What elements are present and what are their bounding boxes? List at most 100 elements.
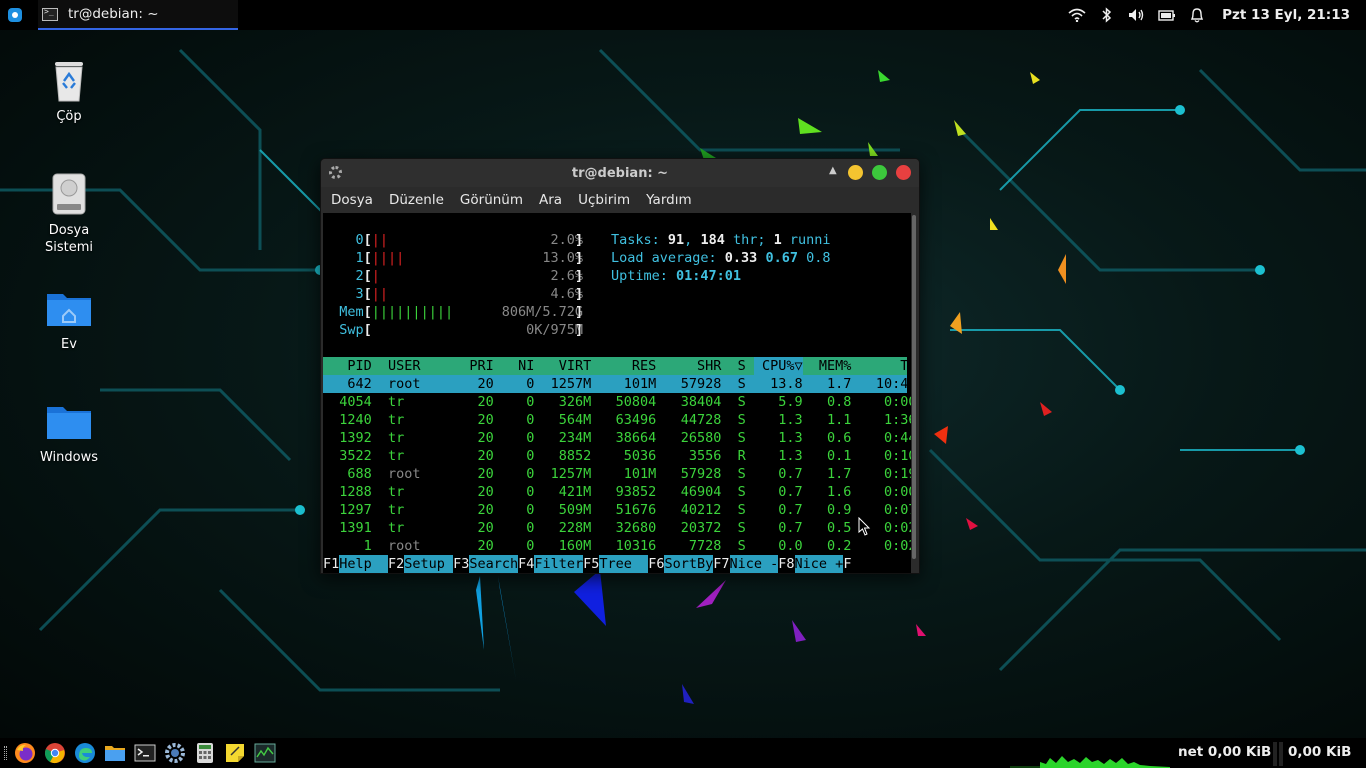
desktop-icon-home[interactable]: Ev (29, 284, 109, 353)
cell-pid: 1297 (339, 502, 372, 518)
cell-res: 63496 (615, 412, 657, 428)
cell-virt: 160M (558, 538, 592, 554)
desktop-icon-label: Çöp (56, 109, 82, 124)
menu-yardim[interactable]: Yardım (638, 192, 699, 208)
process-row[interactable]: 1392 tr 20 0 234M 38664 26580 S 1.3 0.6 0:44.52 (323, 429, 911, 447)
process-row[interactable]: 1288 tr 20 0 421M 93852 46904 S 0.7 1.6 0:00.09 (323, 483, 911, 501)
function-key-bar: F1 Help F2 Setup F3 Search F4 Filter F5 Tree F6… (323, 555, 911, 573)
fkey-label[interactable]: Tree (599, 555, 649, 573)
cell-res: 51676 (615, 502, 657, 518)
terminal-area[interactable]: 0[|| 1[|||| 2[| 3[|| Mem[|||||||||| Swp[… (323, 213, 911, 573)
process-row[interactable]: 1297tr200509M5167640212S0.70.90:07.12 (323, 501, 911, 519)
terminal-icon[interactable] (130, 738, 160, 768)
cell-cpu: 1.3 (778, 412, 803, 428)
fkey-7[interactable]: F7 (713, 555, 729, 573)
desktop-icon-trash[interactable]: Çöp (29, 56, 109, 125)
bell-icon[interactable] (1182, 0, 1212, 30)
window-titlebar[interactable]: tr@debian: ~ ▲ (321, 159, 919, 187)
cell-time: 0:44.52 (883, 430, 911, 446)
terminal-menubar: Dosya Düzenle Görünüm Ara Uçbirim Yardım (321, 187, 919, 212)
minimize-button[interactable] (848, 165, 863, 180)
calculator-icon[interactable] (190, 738, 220, 768)
fkey-1[interactable]: F1 (323, 555, 339, 573)
fkey-label[interactable]: SortBy (664, 555, 714, 573)
cpu-meter-0: 0[|| (355, 232, 389, 248)
cpu-meter-3: 3[|| (355, 286, 389, 302)
cell-pid: 642 (347, 376, 372, 392)
fkey-8[interactable]: F8 (778, 555, 794, 573)
cell-time: 10:46.41 (875, 376, 911, 392)
terminal-window[interactable]: tr@debian: ~ ▲ Dosya Düzenle Görünüm Ara… (320, 158, 920, 574)
settings-icon[interactable] (160, 738, 190, 768)
chrome-icon[interactable] (40, 738, 70, 768)
fkey-3[interactable]: F3 (453, 555, 469, 573)
fkey-5[interactable]: F5 (583, 555, 599, 573)
cpu-1-percent: 13.0% (542, 250, 583, 266)
cell-pid: 1391 (339, 520, 372, 536)
fkey-label[interactable]: Nice + (794, 555, 844, 573)
cell-user: tr (388, 394, 405, 410)
bluetooth-icon[interactable] (1092, 0, 1122, 30)
battery-icon[interactable] (1152, 0, 1182, 30)
cell-user: USER (388, 358, 421, 374)
cell-cpu: 0.7 (778, 466, 803, 482)
fkey-6[interactable]: F6 (648, 555, 664, 573)
whisker-menu-button[interactable] (0, 0, 30, 30)
menu-ucbirim[interactable]: Uçbirim (570, 192, 638, 208)
desktop-icon-windows[interactable]: Windows (29, 397, 109, 466)
process-row[interactable]: 3522 tr 20 0 8852 5036 3556 R 1.3 0.1 0:10.23 (323, 447, 911, 465)
cell-pri: PRI (469, 358, 494, 374)
wifi-icon[interactable] (1062, 0, 1092, 30)
process-row[interactable]: 688 root 20 0 1257M 101M 57928 S 0.7 1.7 0:19.77 (323, 465, 911, 483)
maximize-button[interactable] (872, 165, 887, 180)
cell-ni: NI (518, 358, 535, 374)
fkey-label[interactable]: Setup (404, 555, 454, 573)
process-row[interactable]: 1391tr200228M3268020372S0.70.50:02.79 (323, 519, 911, 537)
cell-time: 1:36.81 (883, 412, 911, 428)
cell-mem: 1.7 (827, 376, 852, 392)
cell-mem: MEM% (818, 358, 852, 374)
cell-s: R (737, 448, 746, 464)
clock[interactable]: Pzt 13 Eyl, 21:13 (1212, 7, 1366, 23)
cell-pid: 1 (363, 538, 372, 554)
file-manager-icon[interactable] (100, 738, 130, 768)
cell-pri: 20 (477, 538, 494, 554)
edge-icon[interactable] (70, 738, 100, 768)
close-button[interactable] (896, 165, 911, 180)
process-row[interactable]: 4054 tr 20 0 326M 50804 38404 S 5.9 0.8 0:00.48 (323, 393, 911, 411)
process-row[interactable]: 1 root 20 0 160M 10316 7728 S 0.0 0.2 0:02.07 (323, 537, 911, 555)
cell-time: 0:10.23 (883, 448, 911, 464)
meter-bracket: ] (575, 232, 584, 248)
task-manager-icon[interactable] (250, 738, 280, 768)
fkey-label[interactable]: Help (339, 555, 389, 573)
top-panel: tr@debian: ~ Pzt 13 Eyl, 21:13 (0, 0, 1366, 30)
cell-virt: 234M (558, 430, 592, 446)
meter-bracket: ] (575, 268, 584, 284)
fkey-label[interactable]: Nice - (729, 555, 779, 573)
terminal-scrollbar[interactable] (912, 215, 916, 559)
cell-res: RES (631, 358, 657, 374)
menu-gorunum[interactable]: Görünüm (452, 192, 531, 208)
fkey-9[interactable]: F (843, 555, 851, 573)
menu-dosya[interactable]: Dosya (323, 192, 381, 208)
cell-mem: 0.6 (827, 430, 852, 446)
cell-ni: 0 (526, 520, 535, 536)
fkey-4[interactable]: F4 (518, 555, 534, 573)
notes-icon[interactable] (220, 738, 250, 768)
menu-duzenle[interactable]: Düzenle (381, 192, 452, 208)
desktop-icon-filesystem[interactable]: Dosya Sistemi (29, 170, 109, 256)
fkey-2[interactable]: F2 (388, 555, 404, 573)
taskbar-window-terminal[interactable]: tr@debian: ~ (38, 0, 238, 30)
volume-icon[interactable] (1122, 0, 1152, 30)
process-row[interactable]: 642 root 20 0 1257M 101M 57928 S 13.8 1.7 10:46.41 (323, 375, 911, 393)
shade-icon[interactable]: ▲ (829, 165, 837, 176)
process-table-header[interactable]: PID USER PRI NI VIRT RES SHR S CPU%▽ MEM% TIME+ (323, 357, 911, 375)
panel-handle[interactable] (0, 738, 10, 768)
cell-cpu: 0.7 (778, 520, 803, 536)
process-row[interactable]: 1240 tr 20 0 564M 63496 44728 S 1.3 1.1 1:36.81 (323, 411, 911, 429)
cell-s: S (737, 430, 746, 446)
fkey-label[interactable]: Search (469, 555, 519, 573)
menu-ara[interactable]: Ara (531, 192, 570, 208)
firefox-icon[interactable] (10, 738, 40, 768)
fkey-label[interactable]: Filter (534, 555, 584, 573)
